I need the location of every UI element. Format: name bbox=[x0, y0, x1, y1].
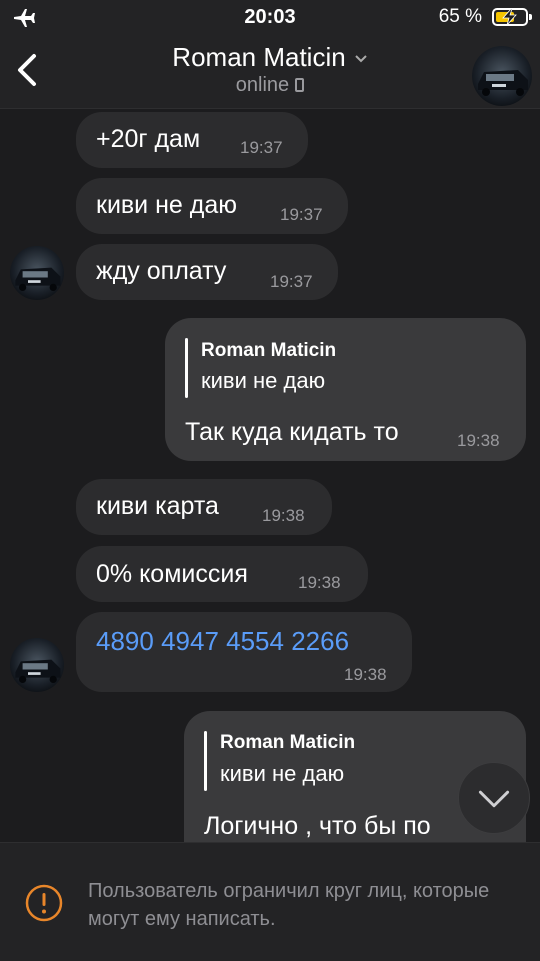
battery-percent: 65 % bbox=[438, 6, 482, 27]
reply-quote: киви не даю bbox=[220, 761, 345, 786]
message-text: жду оплату bbox=[96, 257, 227, 285]
message-text: Логично , что бы по bbox=[204, 812, 431, 840]
message-text: Так куда кидать то bbox=[185, 418, 399, 446]
message-time: 19:37 bbox=[270, 272, 313, 291]
contact-name[interactable]: Roman Maticin bbox=[172, 42, 345, 72]
contact-avatar[interactable] bbox=[472, 46, 532, 106]
message-text: 0% комиссия bbox=[96, 560, 248, 588]
message-time: 19:38 bbox=[457, 431, 500, 450]
mobile-device-icon bbox=[295, 78, 305, 92]
reply-indicator bbox=[204, 731, 207, 791]
chat-header: 20:03 65 % Roman Maticin online bbox=[0, 0, 540, 109]
card-number-link[interactable]: 4890 4947 4554 2266 bbox=[96, 626, 349, 657]
reply-quote: киви не даю bbox=[201, 368, 326, 393]
messaging-restriction-bar: Пользователь ограничил круг лиц, которые… bbox=[0, 842, 540, 961]
contact-status: online bbox=[0, 74, 540, 97]
chevron-down-icon bbox=[478, 790, 510, 808]
message-text: +20г дам bbox=[96, 125, 201, 153]
online-status: online bbox=[235, 74, 290, 96]
message-time: 19:38 bbox=[298, 573, 341, 592]
reply-author: Roman Maticin bbox=[220, 732, 356, 753]
charging-bolt-icon bbox=[502, 9, 517, 25]
sender-avatar[interactable] bbox=[10, 638, 64, 692]
restriction-message: Пользователь ограничил круг лиц, которые… bbox=[88, 880, 490, 930]
reply-author: Roman Maticin bbox=[201, 340, 337, 361]
message-time: 19:37 bbox=[240, 138, 283, 157]
sender-avatar[interactable] bbox=[10, 246, 64, 300]
incoming-message[interactable]: киви карта 19:38 bbox=[76, 479, 332, 535]
incoming-message[interactable]: жду оплату 19:37 bbox=[76, 244, 338, 300]
incoming-message[interactable]: +20г дам 19:37 bbox=[76, 112, 308, 168]
message-text: киви не даю bbox=[96, 191, 237, 219]
message-text: киви карта bbox=[96, 492, 219, 520]
chat-title[interactable]: Roman Maticin bbox=[0, 42, 540, 73]
message-time: 19:37 bbox=[280, 205, 323, 224]
message-time: 19:38 bbox=[344, 665, 387, 684]
reply-indicator bbox=[185, 338, 188, 398]
incoming-message[interactable]: киви не даю 19:37 bbox=[76, 178, 348, 234]
scroll-to-bottom-button[interactable] bbox=[458, 762, 530, 834]
outgoing-message[interactable]: Roman Maticin киви не даю Так куда кидат… bbox=[165, 318, 526, 461]
message-time: 19:38 bbox=[262, 506, 305, 525]
warning-icon bbox=[25, 884, 63, 922]
incoming-message[interactable]: 4890 4947 4554 2266 19:38 bbox=[76, 612, 412, 692]
chevron-down-icon[interactable] bbox=[354, 54, 368, 64]
battery-icon bbox=[492, 8, 532, 26]
incoming-message[interactable]: 0% комиссия 19:38 bbox=[76, 546, 368, 602]
